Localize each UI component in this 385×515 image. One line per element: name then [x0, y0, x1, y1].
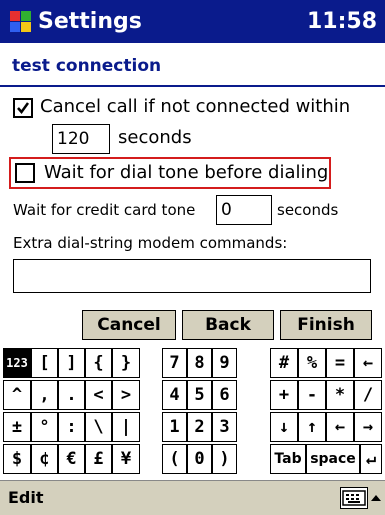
checkmark-icon: [17, 102, 30, 115]
app-title: Settings: [38, 9, 142, 34]
extra-commands-label: Extra dial-string modem commands:: [13, 234, 288, 252]
wait-dial-tone-checkbox[interactable]: [15, 163, 35, 183]
key-close-brace[interactable]: }: [112, 348, 140, 378]
key-minus[interactable]: -: [298, 380, 326, 410]
key-tab[interactable]: Tab: [270, 444, 306, 474]
header-divider: [0, 85, 385, 87]
key-123[interactable]: 123: [3, 348, 31, 378]
extra-commands-input[interactable]: [13, 259, 371, 293]
credit-card-unit: seconds: [277, 201, 339, 219]
key-5[interactable]: 5: [187, 380, 212, 410]
key-plus-minus[interactable]: ±: [3, 412, 31, 442]
keyboard-row-4: $ ¢ € £ ¥ ( 0 ) Tab space ↵: [0, 444, 385, 474]
edit-menu[interactable]: Edit: [8, 488, 44, 507]
credit-card-label: Wait for credit card tone: [13, 201, 196, 219]
key-7[interactable]: 7: [162, 348, 187, 378]
key-3[interactable]: 3: [212, 412, 237, 442]
key-euro[interactable]: €: [58, 444, 85, 474]
credit-card-input[interactable]: 0: [216, 195, 272, 225]
key-arrow-right[interactable]: →: [354, 412, 382, 442]
key-slash[interactable]: /: [354, 380, 382, 410]
key-space[interactable]: space: [306, 444, 360, 474]
key-less-than[interactable]: <: [85, 380, 112, 410]
key-4[interactable]: 4: [162, 380, 187, 410]
key-percent[interactable]: %: [298, 348, 326, 378]
timeout-unit: seconds: [118, 127, 192, 148]
back-button[interactable]: Back: [182, 310, 274, 340]
key-cent[interactable]: ¢: [31, 444, 58, 474]
key-arrow-up[interactable]: ↑: [298, 412, 326, 442]
key-colon[interactable]: :: [58, 412, 85, 442]
menu-bar: Edit: [0, 480, 385, 515]
keyboard-row-3: ± ° : \ | 1 2 3 ↓ ↑ ← →: [0, 412, 385, 442]
key-period[interactable]: .: [58, 380, 85, 410]
key-6[interactable]: 6: [212, 380, 237, 410]
wait-dial-tone-label: Wait for dial tone before dialing: [44, 162, 329, 183]
key-1[interactable]: 1: [162, 412, 187, 442]
key-close-paren[interactable]: ): [212, 444, 237, 474]
cancel-button[interactable]: Cancel: [82, 310, 176, 340]
key-comma[interactable]: ,: [31, 380, 58, 410]
key-close-bracket[interactable]: ]: [58, 348, 85, 378]
key-8[interactable]: 8: [187, 348, 212, 378]
key-open-bracket[interactable]: [: [31, 348, 58, 378]
key-arrow-down[interactable]: ↓: [270, 412, 298, 442]
key-asterisk[interactable]: *: [326, 380, 354, 410]
on-screen-keyboard: 123 [ ] { } 7 8 9 # % = ← ^ , . < > 4 5 …: [0, 348, 385, 478]
key-degree[interactable]: °: [31, 412, 58, 442]
key-caret[interactable]: ^: [3, 380, 31, 410]
cancel-call-checkbox[interactable]: [13, 98, 33, 118]
key-2[interactable]: 2: [187, 412, 212, 442]
key-pound[interactable]: £: [85, 444, 112, 474]
keyboard-row-1: 123 [ ] { } 7 8 9 # % = ←: [0, 348, 385, 378]
key-0[interactable]: 0: [187, 444, 212, 474]
finish-button[interactable]: Finish: [280, 310, 372, 340]
input-selector-arrow-icon[interactable]: [369, 487, 383, 509]
cancel-call-label: Cancel call if not connected within: [40, 96, 351, 117]
timeout-input[interactable]: 120: [52, 124, 110, 154]
key-dollar[interactable]: $: [3, 444, 31, 474]
key-pipe[interactable]: |: [112, 412, 140, 442]
clock[interactable]: 11:58: [307, 8, 377, 35]
key-greater-than[interactable]: >: [112, 380, 140, 410]
key-yen[interactable]: ¥: [112, 444, 140, 474]
key-arrow-left[interactable]: ←: [326, 412, 354, 442]
key-equals[interactable]: =: [326, 348, 354, 378]
key-open-paren[interactable]: (: [162, 444, 187, 474]
key-9[interactable]: 9: [212, 348, 237, 378]
key-backspace[interactable]: ←: [354, 348, 382, 378]
keyboard-icon[interactable]: [340, 487, 368, 509]
keyboard-row-2: ^ , . < > 4 5 6 + - * /: [0, 380, 385, 410]
key-enter[interactable]: ↵: [360, 444, 382, 474]
key-open-brace[interactable]: {: [85, 348, 112, 378]
windows-start-icon[interactable]: [7, 8, 34, 35]
page-title: test connection: [12, 56, 162, 76]
key-backslash[interactable]: \: [85, 412, 112, 442]
title-bar: Settings 11:58: [0, 0, 385, 43]
key-hash[interactable]: #: [270, 348, 298, 378]
key-plus[interactable]: +: [270, 380, 298, 410]
